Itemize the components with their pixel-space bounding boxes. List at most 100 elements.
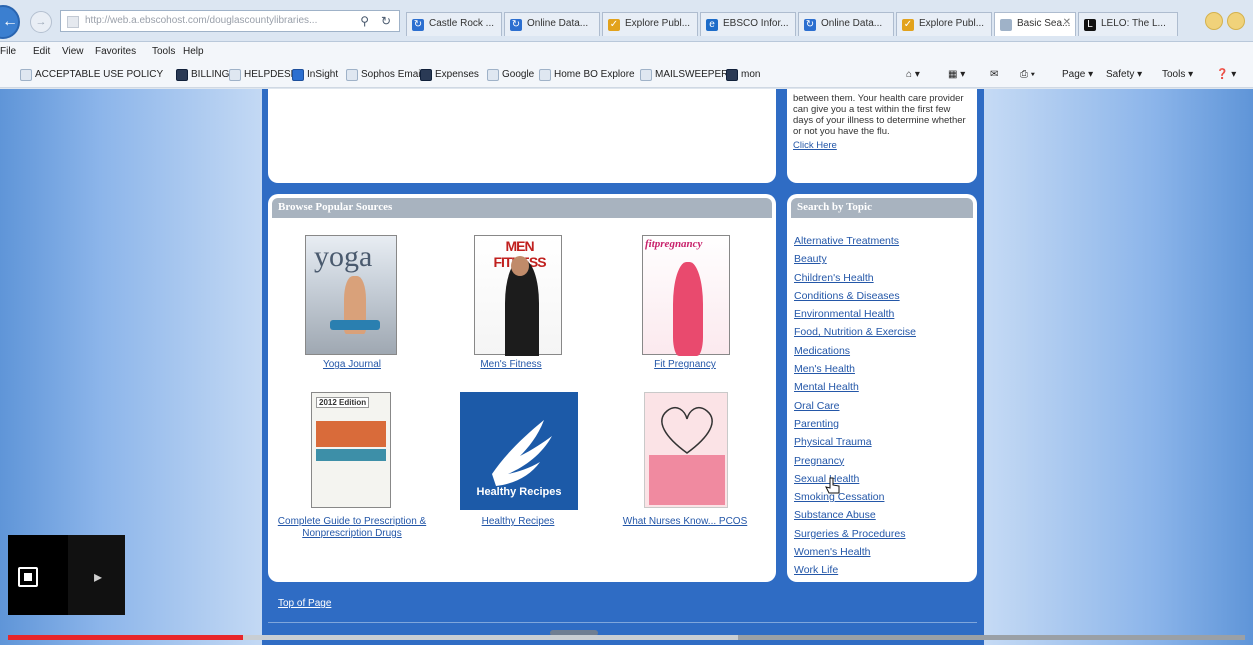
- favorite-link[interactable]: InSight: [292, 69, 339, 81]
- video-progress-bar[interactable]: [8, 635, 1245, 640]
- feeds-icon[interactable]: ▦ ▾: [948, 69, 965, 80]
- topic-link[interactable]: Work Life: [794, 561, 974, 579]
- source-label[interactable]: Healthy Recipes: [443, 516, 593, 528]
- browser-tab[interactable]: ✓ Explore Publ...: [602, 12, 698, 36]
- source-label[interactable]: Fit Pregnancy: [610, 359, 760, 371]
- menu-view[interactable]: View: [62, 46, 84, 57]
- drug-guide-cover[interactable]: 2012 Edition: [311, 392, 391, 508]
- cover-title: fitpregnancy: [645, 238, 703, 250]
- chevron-right-icon[interactable]: ▸: [94, 567, 102, 587]
- favorite-link[interactable]: HELPDESK: [229, 69, 298, 81]
- source-label[interactable]: Yoga Journal: [277, 359, 427, 371]
- tab-label: Online Data...: [527, 18, 589, 29]
- menu-help[interactable]: Help: [183, 46, 204, 57]
- favorites-star-icon[interactable]: [1227, 12, 1245, 30]
- fit-pregnancy-cover[interactable]: fitpregnancy: [642, 235, 730, 356]
- nurses-pcos-cover[interactable]: [644, 392, 728, 508]
- search-by-topic-title: Search by Topic: [791, 198, 973, 218]
- lelo-icon: L: [1084, 19, 1096, 31]
- video-controls: ▸: [8, 535, 125, 615]
- address-bar[interactable]: http://web.a.ebscohost.com/douglascounty…: [60, 10, 400, 32]
- cover-image: [316, 421, 386, 447]
- yoga-journal-cover[interactable]: yoga: [305, 235, 397, 355]
- forward-button[interactable]: →: [30, 11, 52, 33]
- browser-tab[interactable]: L LELO: The L...: [1078, 12, 1178, 36]
- menu-edit[interactable]: Edit: [33, 46, 50, 57]
- favorite-link[interactable]: Home BO Explore: [539, 69, 635, 81]
- page-menu[interactable]: Page ▾: [1062, 69, 1093, 80]
- browser-tab[interactable]: ✓ Explore Publ...: [896, 12, 992, 36]
- help-icon[interactable]: ❓ ▾: [1216, 69, 1236, 80]
- close-tab-icon[interactable]: ✕: [1063, 17, 1071, 28]
- menu-favorites[interactable]: Favorites: [95, 46, 136, 57]
- click-here-link[interactable]: Click Here: [793, 140, 971, 151]
- top-of-page-link[interactable]: Top of Page: [278, 598, 331, 609]
- mon-icon: [726, 69, 738, 81]
- source-label[interactable]: Men's Fitness: [436, 359, 586, 371]
- browser-tab[interactable]: ↻ Castle Rock ...: [406, 12, 502, 36]
- topic-link[interactable]: Oral Care: [794, 397, 974, 415]
- refresh-icon[interactable]: ↻: [381, 14, 391, 28]
- billing-icon: [176, 69, 188, 81]
- tools-menu[interactable]: Tools ▾: [1162, 69, 1193, 80]
- topic-link[interactable]: Women's Health: [794, 543, 974, 561]
- address-url[interactable]: http://web.a.ebscohost.com/douglascounty…: [85, 15, 335, 26]
- ebsco-icon: e: [706, 19, 718, 31]
- content-card-top: [268, 89, 776, 183]
- home-toolbar-icon[interactable]: ⌂ ▾: [906, 69, 920, 80]
- expand-icon[interactable]: [18, 567, 38, 587]
- topic-link[interactable]: Pregnancy: [794, 452, 974, 470]
- print-icon[interactable]: ⎙ ▾: [1020, 69, 1035, 80]
- mail-icon[interactable]: ✉: [990, 69, 998, 80]
- favorite-link[interactable]: MAILSWEEPER: [640, 69, 728, 81]
- favorite-link[interactable]: mon: [726, 69, 760, 81]
- insight-icon: [292, 69, 304, 81]
- cover-title: yoga: [314, 240, 373, 273]
- topic-link[interactable]: Parenting: [794, 415, 974, 433]
- browser-tab[interactable]: ↻ Online Data...: [798, 12, 894, 36]
- topic-link[interactable]: Beauty: [794, 250, 974, 268]
- favorite-link[interactable]: Google: [487, 69, 534, 81]
- back-button[interactable]: ←: [0, 5, 20, 39]
- topic-link[interactable]: Men's Health: [794, 360, 974, 378]
- source-label[interactable]: What Nurses Know... PCOS: [610, 516, 760, 528]
- topic-link[interactable]: Environmental Health: [794, 305, 974, 323]
- page-icon: [229, 69, 241, 81]
- page-icon: [346, 69, 358, 81]
- favorite-link[interactable]: Sophos Email: [346, 69, 423, 81]
- topic-link[interactable]: Physical Trauma: [794, 433, 974, 451]
- tab-label: Explore Publ...: [625, 18, 691, 29]
- topic-link[interactable]: Surgeries & Procedures: [794, 525, 974, 543]
- safety-menu[interactable]: Safety ▾: [1106, 69, 1142, 80]
- menu-file[interactable]: File: [0, 46, 16, 57]
- page-icon: [640, 69, 652, 81]
- topic-link[interactable]: Children's Health: [794, 269, 974, 287]
- topic-link[interactable]: Smoking Cessation: [794, 488, 974, 506]
- page-icon: [487, 69, 499, 81]
- menu-tools[interactable]: Tools: [152, 46, 175, 57]
- favorite-label: InSight: [307, 69, 339, 80]
- healthy-recipes-cover[interactable]: Healthy Recipes: [460, 392, 578, 510]
- browser-tab[interactable]: ↻ Online Data...: [504, 12, 600, 36]
- favorite-label: HELPDESK: [244, 69, 298, 80]
- source-label[interactable]: Complete Guide to Prescription & Nonpres…: [277, 516, 427, 540]
- topic-list: Alternative Treatments Beauty Children's…: [794, 232, 974, 580]
- home-icon[interactable]: [1205, 12, 1223, 30]
- topic-link[interactable]: Food, Nutrition & Exercise: [794, 323, 974, 341]
- browser-tab-active[interactable]: Basic Sea... ✕: [994, 12, 1076, 36]
- favorite-link[interactable]: Expenses: [420, 69, 479, 81]
- mens-fitness-cover[interactable]: MEN FITNESS: [474, 235, 562, 356]
- video-progress-fill: [8, 635, 244, 640]
- topic-link[interactable]: Substance Abuse: [794, 506, 974, 524]
- browser-tab[interactable]: e EBSCO Infor...: [700, 12, 796, 36]
- favorite-link[interactable]: ACCEPTABLE USE POLICY: [20, 69, 163, 81]
- topic-link[interactable]: Medications: [794, 342, 974, 360]
- topic-link[interactable]: Sexual Health: [794, 470, 974, 488]
- favorite-link[interactable]: BILLING: [176, 69, 229, 81]
- topic-link[interactable]: Alternative Treatments: [794, 232, 974, 250]
- search-icon[interactable]: ⚲: [360, 14, 369, 28]
- topic-link[interactable]: Conditions & Diseases: [794, 287, 974, 305]
- topic-link[interactable]: Mental Health: [794, 378, 974, 396]
- expenses-icon: [420, 69, 432, 81]
- favorites-bar: ACCEPTABLE USE POLICY BILLING HELPDESK I…: [0, 62, 1253, 88]
